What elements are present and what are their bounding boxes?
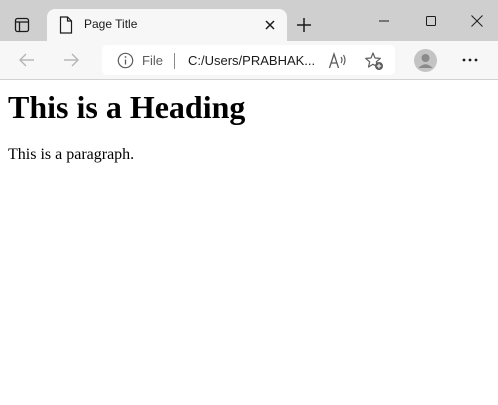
info-icon[interactable] [117,52,134,69]
tab-actions-icon[interactable] [12,15,32,35]
browser-window: Page Title File C:/Users/PRABHAK... This… [0,0,498,405]
maximize-icon[interactable] [421,11,441,31]
page-heading: This is a Heading [8,89,246,125]
document-icon [59,16,73,34]
close-icon[interactable] [467,11,487,31]
minimize-icon[interactable] [374,11,394,31]
more-icon[interactable] [461,52,479,68]
close-tab-icon[interactable] [263,18,277,32]
add-favorite-icon[interactable] [364,51,384,71]
address-divider [174,53,175,69]
tab-strip: Page Title [0,0,498,41]
scheme-label: File [142,53,163,68]
tab-title: Page Title [84,17,138,31]
tab-page-title[interactable]: Page Title [47,9,287,41]
new-tab-icon[interactable] [294,15,314,35]
address-bar[interactable]: File C:/Users/PRABHAK... [102,45,395,75]
url-field[interactable]: C:/Users/PRABHAK... [188,53,315,68]
forward-arrow-icon[interactable] [61,50,81,70]
read-aloud-icon[interactable] [328,52,348,70]
browser-toolbar: File C:/Users/PRABHAK... [0,41,498,80]
profile-icon[interactable] [414,49,437,72]
back-arrow-icon[interactable] [17,50,37,70]
page-content: This is a Heading This is a paragraph. [0,80,498,405]
page-paragraph: This is a paragraph. [8,146,135,163]
